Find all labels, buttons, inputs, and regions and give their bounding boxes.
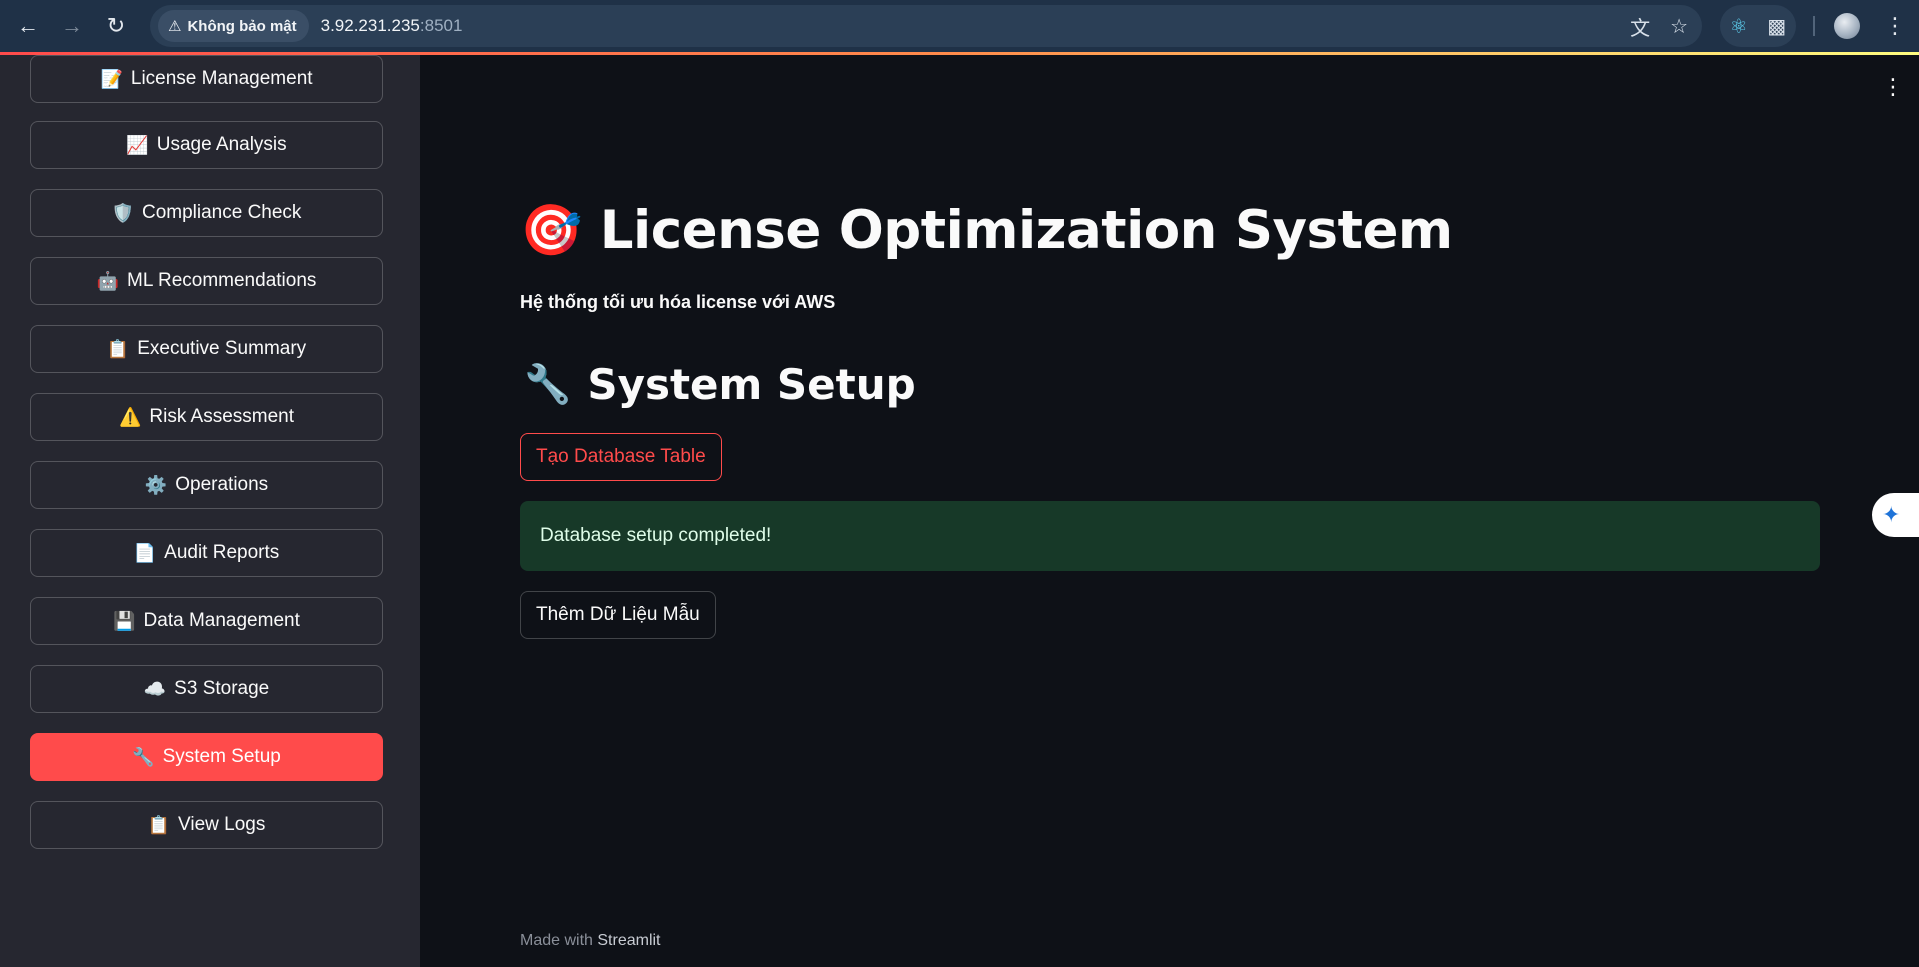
extensions-icon[interactable]: ▩ <box>1767 14 1786 39</box>
nav-label: Compliance Check <box>141 202 302 223</box>
nav-compliance-check[interactable]: 🛡️ Compliance Check <box>30 189 383 237</box>
toolbar-divider <box>1813 16 1815 36</box>
profile-avatar[interactable] <box>1834 13 1860 39</box>
react-devtools-icon[interactable]: ⚛ <box>1730 14 1748 39</box>
nav-label: Risk Assessment <box>149 406 295 427</box>
url-port: :8501 <box>419 16 463 35</box>
nav-label: Audit Reports <box>164 542 280 563</box>
add-sample-data-button[interactable]: Thêm Dữ Liệu Mẫu <box>520 591 716 639</box>
security-chip[interactable]: ⚠ Không bảo mật <box>158 10 309 42</box>
back-icon[interactable]: ← <box>12 10 44 42</box>
app-menu-icon[interactable]: ⋮ <box>1880 74 1906 100</box>
sidebar: 📝 License Management 📈 Usage Analysis 🛡️… <box>0 55 420 967</box>
footer-prefix: Made with <box>520 932 598 949</box>
clipboard-icon: 📋 <box>106 338 130 359</box>
nav-label: Usage Analysis <box>156 134 287 155</box>
streamlit-link[interactable]: Streamlit <box>597 932 660 949</box>
nav-data-management[interactable]: 💾 Data Management <box>30 597 383 645</box>
nav-label: Data Management <box>143 610 300 631</box>
nav-label: Operations <box>175 474 269 495</box>
wrench-icon: 🔧 <box>524 362 572 406</box>
reload-icon[interactable]: ↻ <box>100 10 132 42</box>
section-title: 🔧 System Setup <box>524 360 916 409</box>
url-host: 3.92.231.235 <box>320 16 420 35</box>
sparkle-droplet-icon: ✦ <box>1882 502 1901 527</box>
create-database-table-button[interactable]: Tạo Database Table <box>520 433 722 481</box>
star-icon[interactable]: ☆ <box>1670 14 1688 39</box>
target-icon: 🎯 <box>520 201 582 259</box>
nav-system-setup[interactable]: 🔧 System Setup <box>30 733 383 781</box>
nav-label: ML Recommendations <box>127 270 317 291</box>
warning-icon: ⚠ <box>168 18 182 35</box>
nav-label: View Logs <box>178 814 266 835</box>
nav-usage-analysis[interactable]: 📈 Usage Analysis <box>30 121 383 169</box>
nav-label: License Management <box>130 68 313 89</box>
nav-ml-recommendations[interactable]: 🤖 ML Recommendations <box>30 257 383 305</box>
chart-increasing-icon: 📈 <box>126 134 149 155</box>
nav-executive-summary[interactable]: 📋 Executive Summary <box>30 325 383 373</box>
nav-label: S3 Storage <box>174 678 270 699</box>
memo-icon: 📝 <box>100 68 123 89</box>
security-label: Không bảo mật <box>187 17 297 35</box>
success-message: Database setup completed! <box>540 525 772 546</box>
nav-license-management[interactable]: 📝 License Management <box>30 55 383 103</box>
floppy-disk-icon: 💾 <box>113 610 136 631</box>
nav-operations[interactable]: ⚙️ Operations <box>30 461 383 509</box>
nav-audit-reports[interactable]: 📄 Audit Reports <box>30 529 383 577</box>
url-text[interactable]: 3.92.231.235:8501 <box>321 16 463 36</box>
cloud-icon: ☁️ <box>143 678 167 699</box>
nav-label: System Setup <box>162 746 281 767</box>
wrench-icon: 🔧 <box>132 746 155 767</box>
translate-icon[interactable]: 文 <box>1630 12 1650 41</box>
nav-label: Executive Summary <box>137 338 307 359</box>
nav-s3-storage[interactable]: ☁️ S3 Storage <box>30 665 383 713</box>
shield-icon: 🛡️ <box>111 202 134 223</box>
gear-icon: ⚙️ <box>144 474 168 495</box>
warning-icon: ⚠️ <box>118 406 142 427</box>
page-title-text: License Optimization System <box>599 200 1453 261</box>
success-alert: Database setup completed! <box>520 501 1820 571</box>
robot-icon: 🤖 <box>96 270 120 291</box>
page-subtitle: Hệ thống tối ưu hóa license với AWS <box>520 292 836 312</box>
clipboard-icon: 📋 <box>147 814 171 835</box>
section-title-text: System Setup <box>587 360 916 409</box>
floating-assistant-widget[interactable]: ✦ <box>1872 493 1919 537</box>
extensions-area: ⚛ ▩ <box>1720 5 1796 47</box>
footer: Made with Streamlit <box>520 932 661 950</box>
document-icon: 📄 <box>133 542 157 563</box>
address-bar[interactable]: ⚠ Không bảo mật 3.92.231.235:8501 文 ☆ <box>150 5 1702 47</box>
forward-icon[interactable]: → <box>56 10 88 42</box>
menu-dots-icon[interactable]: ⋮ <box>1880 10 1910 42</box>
browser-toolbar: ← → ↻ ⚠ Không bảo mật 3.92.231.235:8501 … <box>0 0 1919 52</box>
nav-risk-assessment[interactable]: ⚠️ Risk Assessment <box>30 393 383 441</box>
nav-view-logs[interactable]: 📋 View Logs <box>30 801 383 849</box>
page-title: 🎯 License Optimization System <box>520 200 1453 261</box>
